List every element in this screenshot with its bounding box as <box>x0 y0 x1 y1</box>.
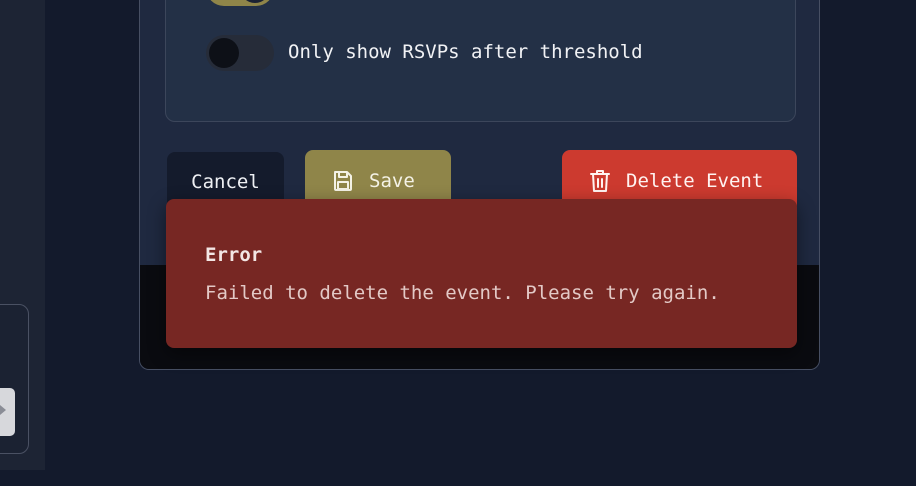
floppy-disk-icon <box>331 169 355 193</box>
toggle-knob <box>240 0 270 3</box>
chevron-right-icon <box>0 405 6 415</box>
cancel-label: Cancel <box>191 171 260 193</box>
toggle-knob <box>209 38 239 68</box>
rsvp-threshold-label: Only show RSVPs after threshold <box>288 41 643 63</box>
trash-icon <box>588 168 612 194</box>
toast-title: Error <box>205 244 263 266</box>
delete-label: Delete Event <box>626 170 764 192</box>
rsvp-threshold-toggle[interactable] <box>206 35 274 71</box>
save-label: Save <box>369 170 415 192</box>
error-toast: Error Failed to delete the event. Please… <box>166 199 797 348</box>
toast-message: Failed to delete the event. Please try a… <box>205 282 720 304</box>
